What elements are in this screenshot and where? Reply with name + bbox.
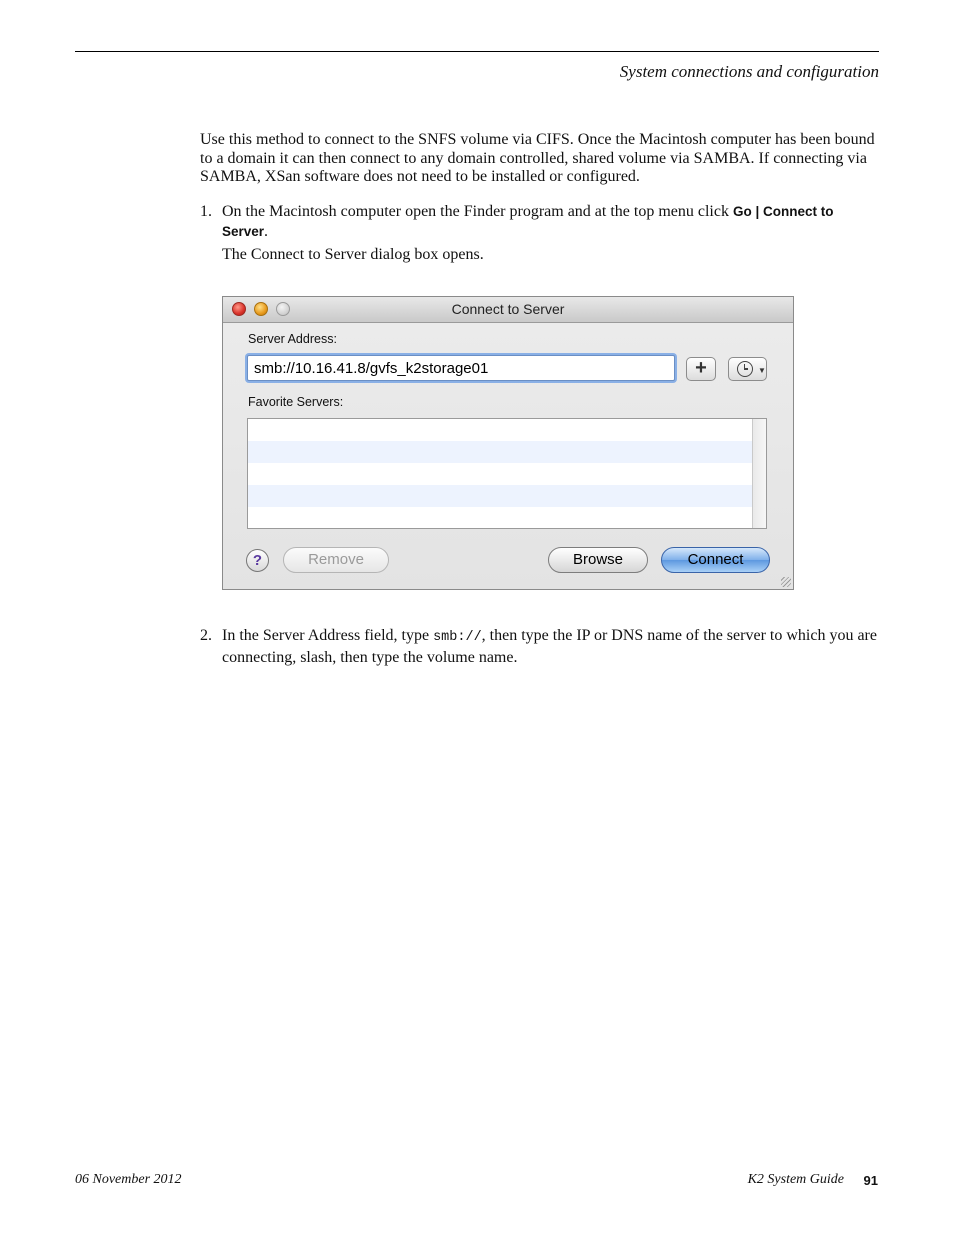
code-snippet: smb:// (433, 630, 482, 645)
list-item[interactable] (248, 419, 766, 441)
connect-button[interactable]: Connect (661, 547, 770, 573)
resize-grip-icon[interactable] (781, 577, 791, 587)
add-favorite-button[interactable]: + (686, 357, 716, 381)
browse-button[interactable]: Browse (548, 547, 648, 573)
server-address-label: Server Address: (248, 332, 337, 346)
server-address-input[interactable] (247, 355, 675, 381)
step-number: 2. (200, 627, 212, 644)
footer-guide-title: K2 System Guide (747, 1172, 844, 1187)
list-item[interactable] (248, 463, 766, 485)
chevron-down-icon: ▼ (758, 366, 766, 375)
step-2: 2. In the Server Address field, type smb… (200, 626, 890, 668)
list-item[interactable] (248, 485, 766, 507)
connect-to-server-dialog: Connect to Server Server Address: + ▼ Fa… (222, 296, 794, 590)
footer-date: 06 November 2012 (75, 1172, 182, 1187)
remove-button[interactable]: Remove (283, 547, 389, 573)
dialog-titlebar: Connect to Server (223, 297, 793, 323)
intro-paragraph: Use this method to connect to the SNFS v… (200, 131, 875, 185)
list-item[interactable] (248, 507, 766, 528)
help-button[interactable]: ? (246, 549, 269, 572)
favorite-servers-list[interactable] (247, 418, 767, 529)
favorite-servers-label: Favorite Servers: (248, 395, 344, 409)
step-text: On the Macintosh computer open the Finde… (222, 203, 834, 240)
page-number: 91 (863, 1173, 878, 1188)
clock-icon (737, 361, 753, 377)
step-1-result: The Connect to Server dialog box opens. (222, 246, 484, 263)
recent-servers-button[interactable]: ▼ (728, 357, 767, 381)
step-number: 1. (200, 203, 212, 220)
page-header-title: System connections and configuration (619, 62, 879, 81)
step-1: 1. On the Macintosh computer open the Fi… (200, 202, 890, 244)
dialog-title: Connect to Server (451, 301, 565, 317)
header-rule (75, 51, 879, 52)
list-scrollbar[interactable] (752, 419, 766, 528)
step-text: In the Server Address field, type smb://… (222, 627, 877, 666)
list-item[interactable] (248, 441, 766, 463)
